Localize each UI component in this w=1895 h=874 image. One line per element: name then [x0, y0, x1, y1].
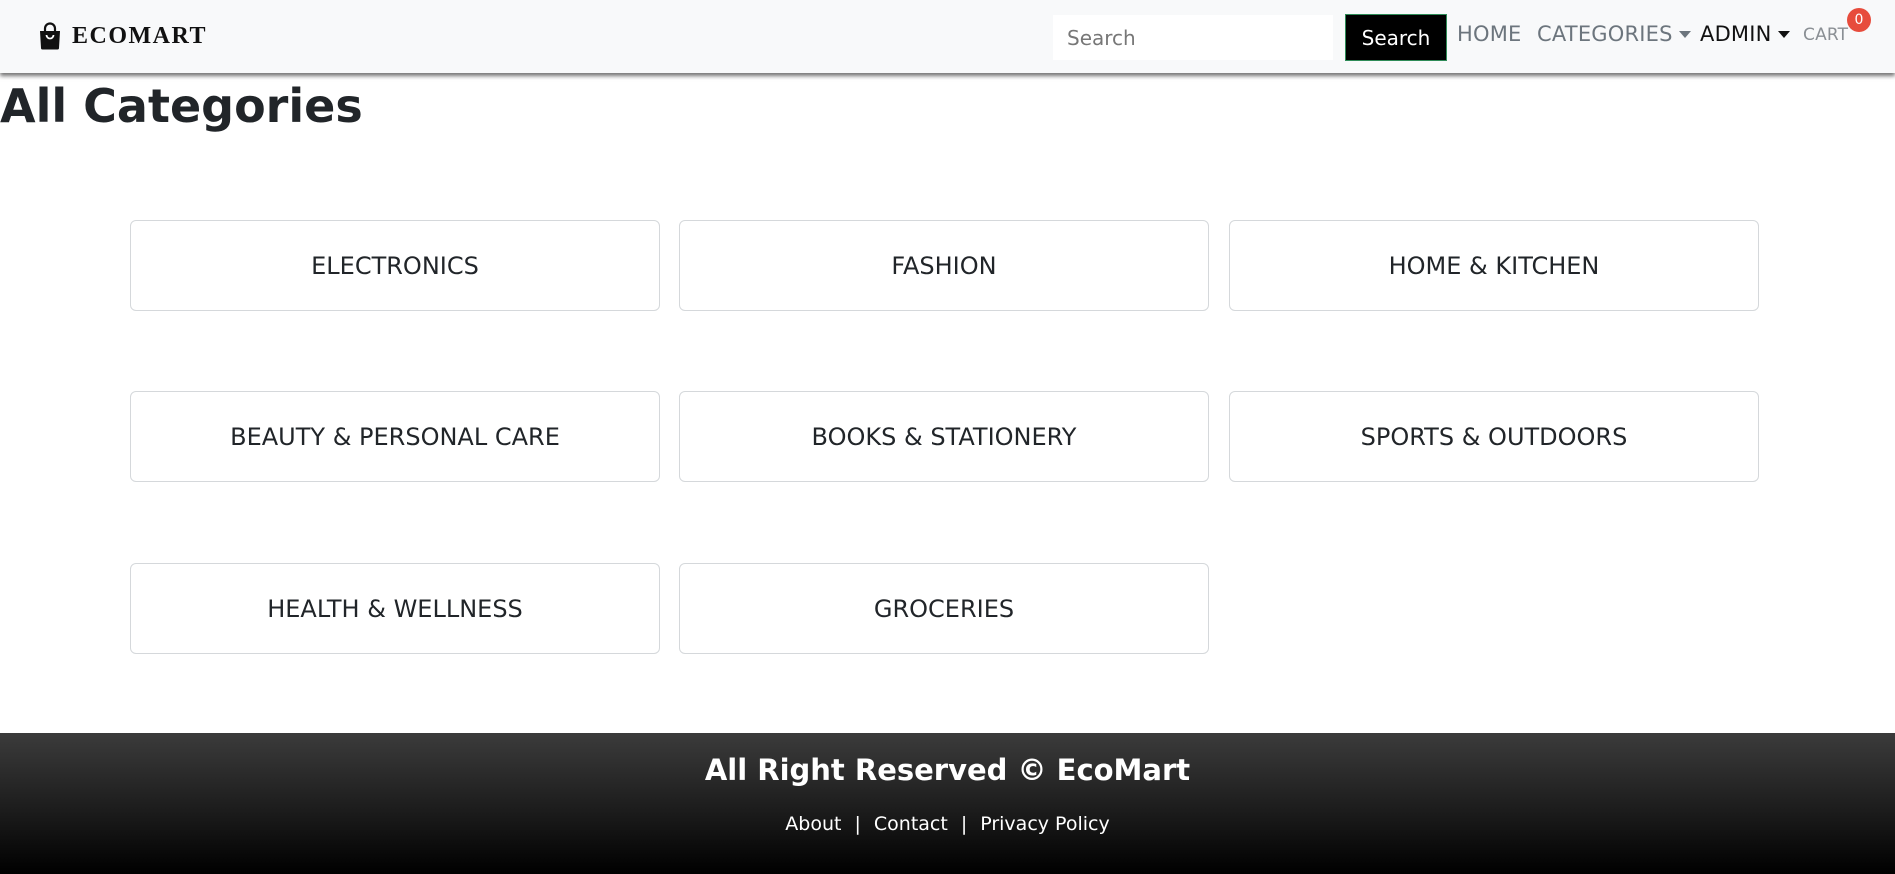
category-card-beauty-personal-care[interactable]: BEAUTY & PERSONAL CARE — [130, 391, 660, 482]
nav-home-label: HOME — [1457, 22, 1522, 46]
category-card-books-stationery[interactable]: BOOKS & STATIONERY — [679, 391, 1209, 482]
nav-categories-label: CATEGORIES — [1537, 22, 1673, 46]
nav-categories-dropdown[interactable]: CATEGORIES — [1537, 22, 1691, 46]
cart-count-badge: 0 — [1847, 8, 1871, 32]
caret-down-icon — [1777, 30, 1790, 38]
category-card-health-wellness[interactable]: HEALTH & WELLNESS — [130, 563, 660, 654]
shopping-bag-icon — [40, 22, 60, 50]
nav-admin-label: ADMIN — [1700, 22, 1772, 46]
caret-down-icon — [1678, 30, 1691, 38]
nav-cart-link[interactable]: CART — [1803, 25, 1848, 45]
search-button[interactable]: Search — [1345, 14, 1447, 61]
footer: All Right Reserved © EcoMart About | Con… — [0, 733, 1895, 874]
category-card-fashion[interactable]: FASHION — [679, 220, 1209, 311]
category-card-electronics[interactable]: ELECTRONICS — [130, 220, 660, 311]
search-input[interactable] — [1053, 15, 1333, 60]
footer-copyright: All Right Reserved © EcoMart — [704, 753, 1191, 787]
category-card-groceries[interactable]: GROCERIES — [679, 563, 1209, 654]
navbar: ECOMART Search HOME CATEGORIES ADMIN CAR… — [0, 0, 1895, 73]
page-title: All Categories — [0, 79, 363, 133]
brand-name: ECOMART — [72, 22, 207, 49]
nav-home-link[interactable]: HOME — [1457, 22, 1522, 46]
nav-cart-label: CART — [1803, 25, 1849, 45]
footer-link-contact[interactable]: Contact — [874, 813, 948, 835]
footer-separator: | — [854, 813, 861, 835]
footer-link-privacy-policy[interactable]: Privacy Policy — [980, 813, 1109, 835]
category-card-home-kitchen[interactable]: HOME & KITCHEN — [1229, 220, 1759, 311]
footer-links: About | Contact | Privacy Policy — [0, 813, 1895, 835]
brand[interactable]: ECOMART — [38, 20, 207, 52]
footer-separator: | — [960, 813, 968, 835]
nav-admin-dropdown[interactable]: ADMIN — [1700, 22, 1790, 46]
category-card-sports-outdoors[interactable]: SPORTS & OUTDOORS — [1229, 391, 1759, 482]
footer-link-about[interactable]: About — [785, 813, 841, 835]
